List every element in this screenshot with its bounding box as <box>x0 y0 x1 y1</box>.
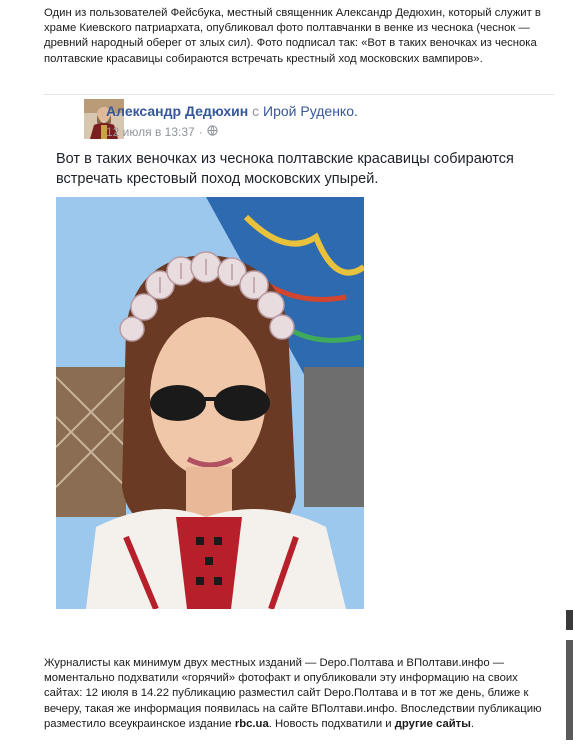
rbc-link[interactable]: rbc.ua <box>235 718 269 730</box>
post-header: Александр Дедюхин с Ирой Руденко. <box>106 103 358 119</box>
with-text: с <box>252 103 260 119</box>
outro-text-3: . <box>470 717 474 730</box>
post-meta: 12 июля в 13:37 · <box>106 125 218 139</box>
right-edge-strip <box>566 0 573 749</box>
post-text: Вот в таких веночках из чеснока полтавск… <box>56 151 514 187</box>
facebook-post: Александр Дедюхин с Ирой Руденко. 12 июл… <box>44 94 554 623</box>
other-sites-link[interactable]: другие сайты <box>395 718 471 730</box>
globe-icon <box>207 125 218 139</box>
outro-paragraph: Журналисты как минимум двух местных изда… <box>44 656 552 732</box>
meta-separator: · <box>198 125 203 139</box>
post-date-link[interactable]: 12 июля в 13:37 <box>106 125 195 139</box>
post-photo[interactable] <box>55 197 366 611</box>
author-name-link[interactable]: Александр Дедюхин <box>106 103 248 119</box>
outro-text-2: . Новость подхватили и <box>268 717 395 730</box>
tagged-user-link[interactable]: Ирой Руденко. <box>263 103 358 119</box>
intro-paragraph: Один из пользователей Фейсбука, местный … <box>44 7 541 65</box>
